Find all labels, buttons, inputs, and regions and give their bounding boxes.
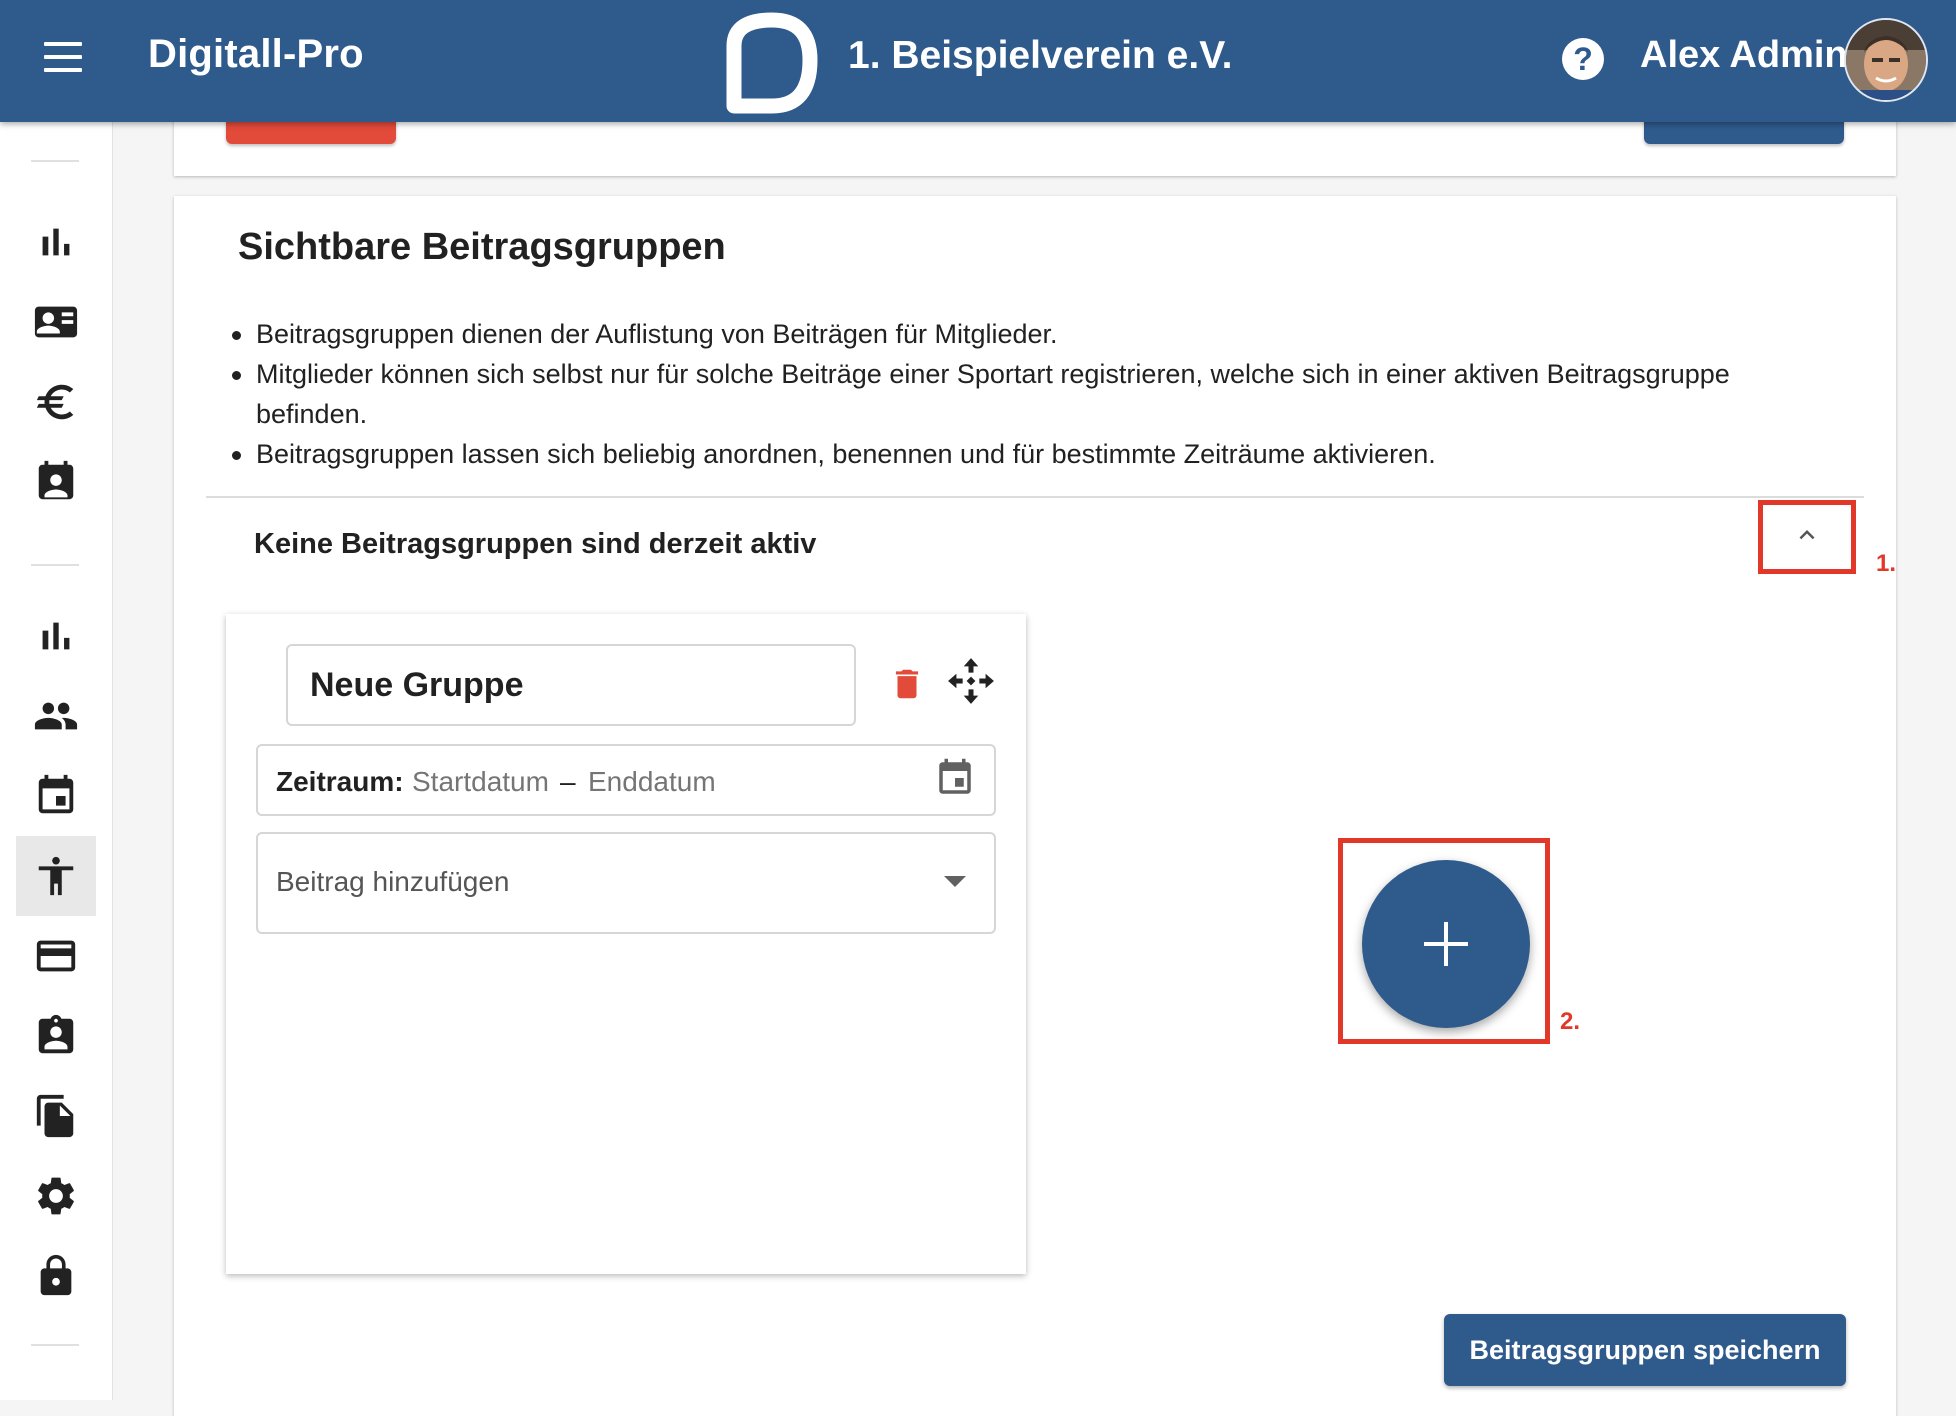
annotation-label-2: 2. (1560, 1008, 1581, 1035)
group-name-input[interactable] (286, 644, 856, 726)
euro-icon (36, 384, 74, 420)
documents-icon (36, 1094, 74, 1138)
end-date-placeholder[interactable]: Enddatum (588, 766, 716, 798)
sidebar-divider (31, 564, 79, 566)
app-title[interactable]: Digitall-Pro (148, 32, 364, 77)
sidebar-item-calendar[interactable] (16, 756, 96, 836)
calendar-icon (38, 774, 74, 814)
start-date-placeholder[interactable]: Startdatum (412, 766, 549, 798)
club-logo-icon (726, 12, 818, 114)
app-header: Digitall-Pro 1. Beispielverein e.V. ? Al… (0, 0, 1956, 122)
clipboard-person-icon (38, 1014, 74, 1054)
annotation-label-1: 1. (1876, 550, 1897, 577)
avatar[interactable] (1844, 18, 1928, 102)
sidebar-item-sports[interactable] (16, 836, 96, 916)
sidebar-item-members[interactable] (16, 282, 96, 362)
save-fee-groups-button[interactable]: Beitragsgruppen speichern (1444, 1314, 1846, 1386)
sidebar-item-finance[interactable] (16, 362, 96, 442)
sidebar-divider (31, 1344, 79, 1346)
gear-icon (38, 1177, 74, 1215)
sidebar-item-documents[interactable] (16, 1076, 96, 1156)
calendar-person-icon (38, 460, 74, 500)
info-list-item: Mitglieder können sich selbst nur für so… (230, 354, 1810, 434)
sport-figure-icon (38, 856, 74, 896)
drag-move-icon[interactable] (946, 656, 996, 706)
help-circle-icon[interactable]: ? (1562, 38, 1604, 80)
annotation-highlight-1 (1758, 500, 1856, 574)
trash-icon[interactable] (888, 662, 926, 706)
sidebar-item-permissions[interactable] (16, 1236, 96, 1316)
sidebar-divider (31, 160, 79, 162)
info-list-item: Beitragsgruppen lassen sich beliebig ano… (230, 434, 1810, 474)
user-name[interactable]: Alex Admin (1640, 34, 1848, 77)
hamburger-menu-icon[interactable] (44, 42, 84, 76)
info-list-item: Beitragsgruppen dienen der Auflistung vo… (230, 314, 1810, 354)
annotation-highlight-2 (1338, 838, 1550, 1044)
section-title: Sichtbare Beitragsgruppen (238, 226, 726, 268)
people-icon (34, 702, 78, 730)
sidebar-item-settings[interactable] (16, 1156, 96, 1236)
contact-card-icon (34, 306, 78, 338)
bar-chart-icon (42, 622, 70, 650)
period-label: Zeitraum: (276, 766, 404, 797)
section-divider (206, 496, 1864, 498)
sidebar (0, 122, 113, 1400)
sidebar-item-appointments[interactable] (16, 442, 96, 522)
sidebar-item-attendance[interactable] (16, 996, 96, 1076)
lock-icon (40, 1254, 72, 1296)
add-fee-placeholder: Beitrag hinzufügen (276, 866, 510, 897)
sidebar-item-statistics[interactable] (16, 202, 96, 282)
sidebar-item-groups[interactable] (16, 676, 96, 756)
club-name: 1. Beispielverein e.V. (848, 34, 1233, 77)
date-range-dash: – (560, 766, 576, 797)
info-list: Beitragsgruppen dienen der Auflistung vo… (230, 314, 1810, 474)
status-text: Keine Beitragsgruppen sind derzeit aktiv (254, 528, 817, 560)
sidebar-item-payments[interactable] (16, 916, 96, 996)
credit-card-icon (36, 940, 76, 972)
sidebar-item-reports[interactable] (16, 596, 96, 676)
dropdown-arrow-icon[interactable] (944, 876, 966, 887)
bar-chart-icon (42, 228, 70, 256)
calendar-icon[interactable] (934, 756, 976, 800)
